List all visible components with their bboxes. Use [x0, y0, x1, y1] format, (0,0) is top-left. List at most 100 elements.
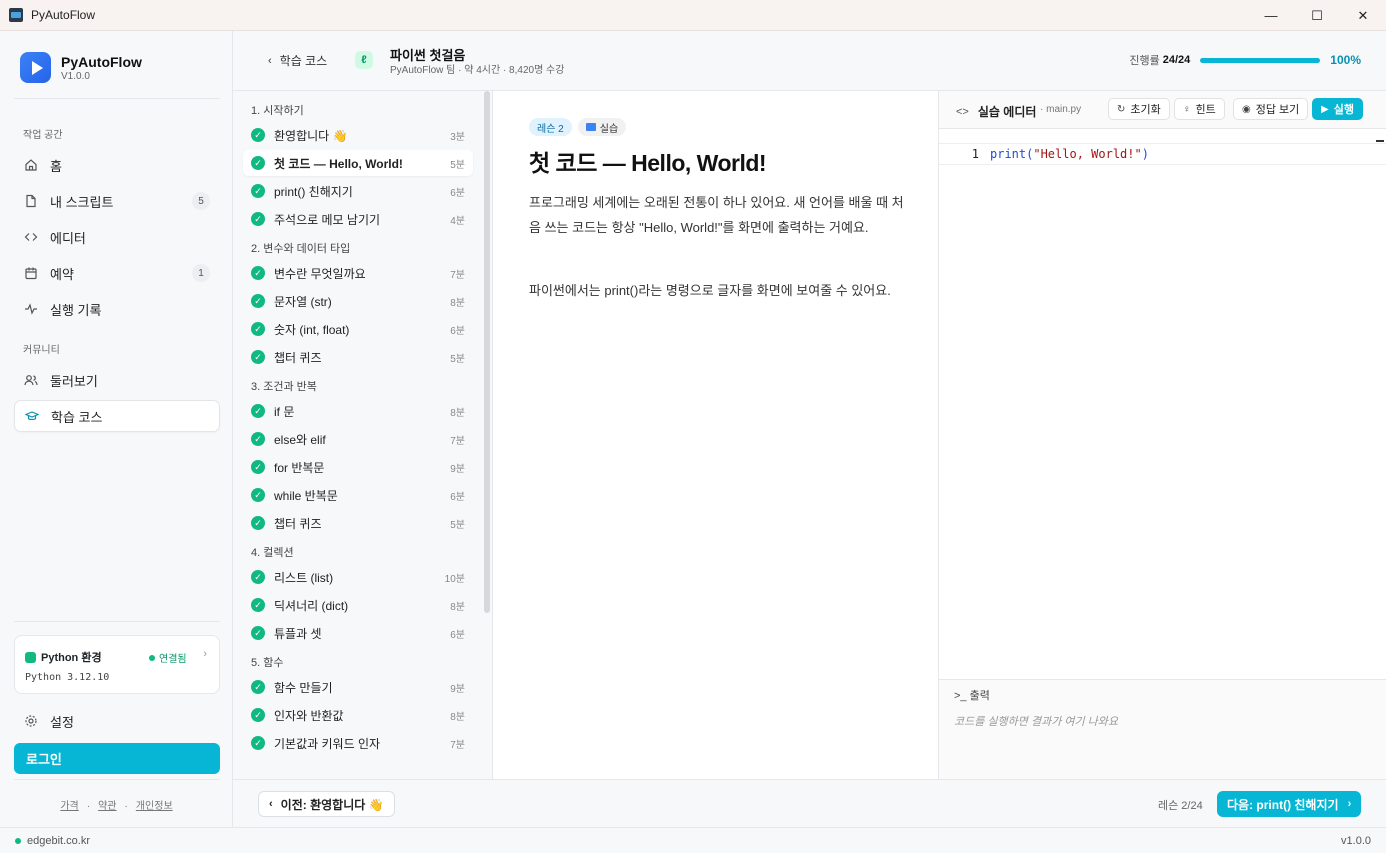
- lesson-item-label: while 반복문: [274, 488, 338, 503]
- lesson-item[interactable]: ✓ 변수란 무엇일까요 7분: [243, 260, 473, 286]
- lesson-duration: 9분: [450, 683, 465, 695]
- code-string: "Hello, World!": [1033, 147, 1142, 161]
- check-circle-icon: ✓: [251, 294, 265, 308]
- progress: 진행률 24/24 100%: [1129, 52, 1361, 68]
- link-privacy[interactable]: 개인정보: [136, 801, 173, 812]
- check-circle-icon: ✓: [251, 626, 265, 640]
- sidebar-item-label: 예약: [50, 266, 74, 282]
- minimap-marker: [1376, 140, 1384, 142]
- sidebar-item-my-scripts[interactable]: 내 스크립트 5: [14, 186, 220, 216]
- lesson-item[interactable]: ✓ 함수 만들기 9분: [243, 674, 473, 700]
- lesson-section-title: 1. 시작하기: [251, 105, 304, 117]
- progress-percent: 100%: [1330, 53, 1361, 67]
- lesson-duration: 5분: [450, 159, 465, 171]
- python-env-title: Python 환경: [41, 652, 102, 664]
- previous-lesson-button[interactable]: ‹ 이전: 환영합니다 👋: [258, 791, 395, 817]
- lesson-item-label: 튜플과 셋: [274, 626, 322, 641]
- lesson-item[interactable]: ✓ while 반복문 6분: [243, 482, 473, 508]
- progress-label: 진행률: [1129, 55, 1160, 67]
- sidebar-item-run-history[interactable]: 실행 기록: [14, 294, 220, 324]
- sidebar-item-schedule[interactable]: 예약 1: [14, 258, 220, 288]
- maximize-button[interactable]: ☐: [1294, 0, 1340, 31]
- lesson-content: 레슨 2 실습 첫 코드 — Hello, World! 프로그래밍 세계에는 …: [493, 91, 938, 779]
- lesson-duration: 7분: [450, 739, 465, 751]
- sidebar-item-learning-course[interactable]: 학습 코스: [14, 400, 220, 432]
- status-bar: edgebit.co.kr v1.0.0: [0, 827, 1386, 853]
- back-button[interactable]: ‹ 학습 코스: [268, 52, 327, 69]
- code-icon: <>: [956, 105, 969, 118]
- run-button[interactable]: ▶ 실행: [1312, 98, 1363, 120]
- lesson-duration: 8분: [450, 407, 465, 419]
- lesson-item[interactable]: ✓ 인자와 반환값 8분: [243, 702, 473, 728]
- brand[interactable]: PyAutoFlow V1.0.0: [20, 52, 142, 83]
- laptop-icon: [585, 123, 596, 131]
- lesson-list-scrollbar[interactable]: [484, 91, 490, 613]
- hint-button[interactable]: ♀ 힌트: [1174, 98, 1225, 120]
- check-circle-icon: ✓: [251, 404, 265, 418]
- sidebar-item-label: 둘러보기: [50, 373, 98, 389]
- lesson-item-label: 변수란 무엇일까요: [274, 266, 366, 281]
- lesson-item-label: for 반복문: [274, 460, 325, 475]
- chevron-left-icon: ‹: [269, 798, 273, 810]
- show-answer-label: 정답 보기: [1255, 104, 1300, 116]
- code-paren: ): [1141, 147, 1149, 161]
- lesson-item[interactable]: ✓ 주석으로 메모 남기기 4분: [243, 206, 473, 232]
- show-answer-button[interactable]: ◉ 정답 보기: [1233, 98, 1309, 120]
- next-lesson-button[interactable]: 다음: print() 친해지기 ›: [1217, 791, 1362, 817]
- reset-label: 초기화: [1130, 104, 1161, 116]
- lesson-item[interactable]: ✓ if 문 8분: [243, 398, 473, 424]
- lesson-item[interactable]: ✓ 문자열 (str) 8분: [243, 288, 473, 314]
- back-label: 학습 코스: [279, 54, 328, 68]
- lesson-item[interactable]: ✓ 튜플과 셋 6분: [243, 620, 473, 646]
- lesson-item-label: 환영합니다 👋: [274, 128, 348, 143]
- practice-badge: 실습: [577, 118, 627, 136]
- lesson-item[interactable]: ✓ for 반복문 9분: [243, 454, 473, 480]
- lesson-item[interactable]: ✓ 숫자 (int, float) 6분: [243, 316, 473, 342]
- lesson-item-label: if 문: [274, 404, 295, 419]
- count-badge: 5: [192, 192, 210, 210]
- login-button[interactable]: 로그인: [14, 743, 220, 774]
- lesson-item[interactable]: ✓ else와 elif 7분: [243, 426, 473, 452]
- sidebar-item-editor[interactable]: 에디터: [14, 222, 220, 252]
- reset-button[interactable]: ↻ 초기화: [1108, 98, 1170, 120]
- link-pricing[interactable]: 가격: [60, 801, 78, 812]
- lesson-nav-bar-right: 레슨 2/24 다음: print() 친해지기 ›: [938, 779, 1386, 827]
- brand-version: V1.0.0: [61, 70, 90, 82]
- lesson-duration: 6분: [450, 187, 465, 199]
- window-title: PyAutoFlow: [31, 8, 96, 22]
- lesson-item[interactable]: ✓ 딕셔너리 (dict) 8분: [243, 592, 473, 618]
- code-text[interactable]: print("Hello, World!"): [990, 147, 1149, 161]
- sidebar-item-label: 학습 코스: [51, 409, 103, 425]
- link-terms[interactable]: 약관: [98, 801, 116, 812]
- refresh-icon: ↻: [1117, 103, 1126, 115]
- lesson-item[interactable]: ✓ 챕터 퀴즈 5분: [243, 510, 473, 536]
- close-button[interactable]: ✕: [1340, 0, 1386, 31]
- lesson-item[interactable]: ✓ 첫 코드 — Hello, World! 5분: [243, 150, 473, 176]
- lesson-item[interactable]: ✓ 기본값과 키워드 인자 7분: [243, 730, 473, 756]
- users-icon: [23, 372, 39, 388]
- lesson-item-label: 첫 코드 — Hello, World!: [274, 156, 403, 171]
- sidebar-item-settings[interactable]: 설정: [14, 706, 220, 736]
- lesson-item[interactable]: ✓ 리스트 (list) 10분: [243, 564, 473, 590]
- python-env-card[interactable]: Python 환경 연결됨 › Python 3.12.10: [14, 635, 220, 694]
- lesson-duration: 7분: [450, 435, 465, 447]
- home-icon: [23, 157, 39, 173]
- minimize-button[interactable]: —: [1248, 0, 1294, 31]
- terminal-icon: >_: [954, 690, 967, 702]
- lesson-duration: 9분: [450, 463, 465, 475]
- eye-icon: ◉: [1242, 103, 1251, 115]
- lesson-duration: 3분: [450, 131, 465, 143]
- lesson-item-label: 챕터 퀴즈: [274, 350, 322, 365]
- lesson-item[interactable]: ✓ print() 친해지기 6분: [243, 178, 473, 204]
- section-label-community: 커뮤니티: [23, 345, 60, 356]
- check-circle-icon: ✓: [251, 212, 265, 226]
- sidebar-item-explore[interactable]: 둘러보기: [14, 365, 220, 395]
- lesson-item-label: 챕터 퀴즈: [274, 516, 322, 531]
- sidebar: PyAutoFlow V1.0.0 작업 공간 홈 내 스크립트 5 에디터 예…: [0, 31, 233, 827]
- lesson-item[interactable]: ✓ 챕터 퀴즈 5분: [243, 344, 473, 370]
- chevron-right-icon: ›: [203, 648, 207, 660]
- lesson-nav-bar: ‹ 이전: 환영합니다 👋: [233, 779, 938, 827]
- code-line[interactable]: 1 print("Hello, World!"): [939, 143, 1386, 165]
- sidebar-item-home[interactable]: 홈: [14, 150, 220, 180]
- lesson-item[interactable]: ✓ 환영합니다 👋 3분: [243, 122, 473, 148]
